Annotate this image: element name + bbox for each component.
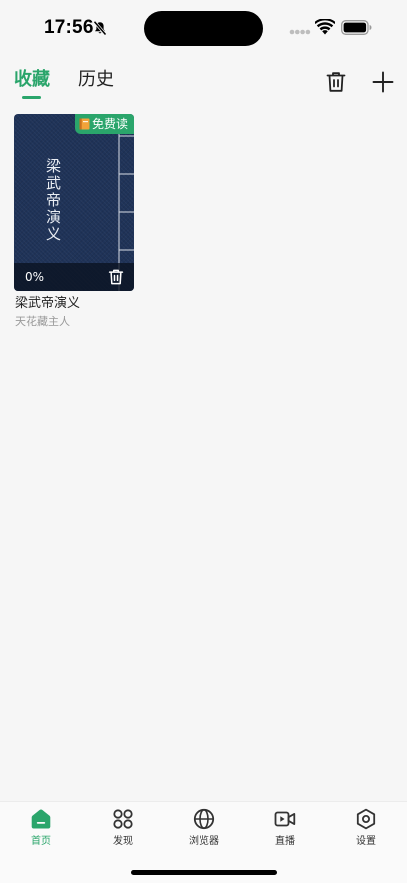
free-read-label: 免费读 <box>91 117 128 131</box>
book-cover[interactable]: 梁武帝演义 免费读 0% <box>14 114 134 291</box>
book-icon <box>79 118 90 130</box>
battery-icon <box>341 20 372 35</box>
free-read-badge: 免费读 <box>74 114 134 134</box>
settings-hexagon-icon <box>356 808 376 830</box>
book-author: 天花藏主人 <box>15 315 70 328</box>
nav-label-live: 直播 <box>275 836 295 847</box>
tab-history[interactable]: 历史 <box>78 68 114 92</box>
active-tab-indicator <box>22 96 41 99</box>
bookshelf-screen: 17:56 收藏 历史 梁武帝演义 免费读 0% 梁武帝演义 天花藏主人 首页 … <box>0 0 407 883</box>
cellular-signal-icon <box>289 29 311 35</box>
status-bar: 17:56 <box>0 0 407 56</box>
globe-icon <box>193 808 215 830</box>
reading-progress: 0% <box>25 270 45 284</box>
nav-label-settings: 设置 <box>356 836 376 847</box>
bell-off-icon <box>93 20 107 36</box>
cover-footer: 0% <box>14 263 134 291</box>
nav-item-settings[interactable]: 设置 <box>336 808 396 852</box>
wifi-icon <box>315 19 335 35</box>
nav-item-home[interactable]: 首页 <box>11 808 71 852</box>
home-icon <box>31 809 51 829</box>
delete-book-icon[interactable] <box>107 268 125 286</box>
nav-item-browser[interactable]: 浏览器 <box>174 808 234 852</box>
nav-item-discover[interactable]: 发现 <box>93 808 153 852</box>
book-card[interactable]: 梁武帝演义 免费读 0% 梁武帝演义 天花藏主人 <box>14 114 134 332</box>
video-camera-icon <box>274 811 296 827</box>
delete-icon[interactable] <box>324 70 348 94</box>
nav-item-live[interactable]: 直播 <box>255 808 315 852</box>
home-indicator[interactable] <box>131 870 277 875</box>
discover-grid-icon <box>113 809 133 829</box>
book-title[interactable]: 梁武帝演义 <box>15 295 80 313</box>
dynamic-island <box>144 11 263 46</box>
nav-label-home: 首页 <box>31 836 51 847</box>
nav-label-discover: 发现 <box>113 836 133 847</box>
add-icon[interactable] <box>371 70 395 94</box>
status-time: 17:56 <box>44 17 94 38</box>
cover-title: 梁武帝演义 <box>44 158 62 243</box>
tab-favorites[interactable]: 收藏 <box>14 68 50 92</box>
nav-label-browser: 浏览器 <box>189 836 219 847</box>
